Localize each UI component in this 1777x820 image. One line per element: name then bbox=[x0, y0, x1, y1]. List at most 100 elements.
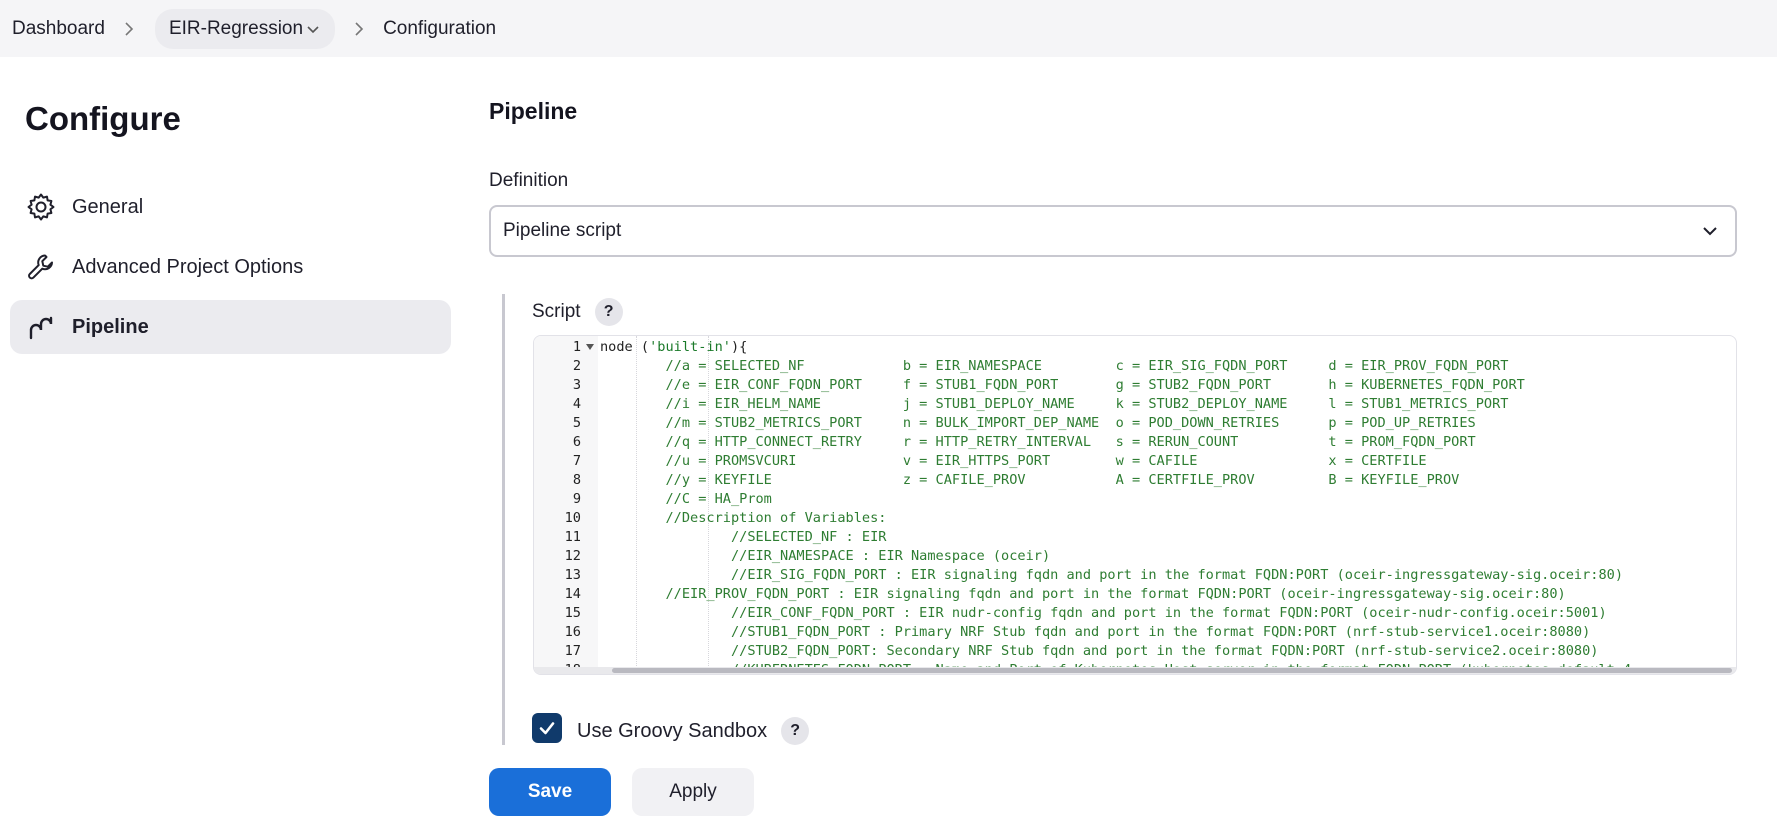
code-line[interactable]: 12 //EIR_NAMESPACE : EIR Namespace (ocei… bbox=[534, 547, 1736, 566]
gear-icon bbox=[26, 192, 56, 222]
chevron-down-icon[interactable] bbox=[305, 21, 321, 37]
section-title: Pipeline bbox=[489, 98, 578, 124]
code-text: //i = EIR_HELM_NAME j = STUB1_DEPLOY_NAM… bbox=[600, 395, 1508, 414]
sidebar-item-label: Advanced Project Options bbox=[72, 255, 304, 278]
page-title: Configure bbox=[25, 100, 181, 137]
sidebar-item-general[interactable]: General bbox=[10, 180, 451, 234]
pipeline-icon bbox=[26, 312, 56, 342]
code-text: //y = KEYFILE z = CAFILE_PROV A = CERTFI… bbox=[600, 471, 1459, 490]
code-comment: //a = SELECTED_NF b = EIR_NAMESPACE c = … bbox=[600, 358, 1509, 374]
line-number: 2 bbox=[572, 358, 581, 374]
sidebar-item-label: Pipeline bbox=[72, 315, 149, 338]
line-number: 16 bbox=[564, 624, 581, 640]
code-text: //EIR_PROV_FQDN_PORT : EIR signaling fqd… bbox=[600, 585, 1566, 604]
script-editor[interactable]: 1 node ('built-in'){2 //a = SELECTED_NF b… bbox=[533, 335, 1737, 675]
code-comment: //EIR_PROV_FQDN_PORT : EIR signaling fqd… bbox=[600, 586, 1566, 602]
code-line[interactable]: 9 //C = HA_Prom bbox=[534, 490, 1736, 509]
groovy-sandbox-checkbox[interactable] bbox=[532, 713, 562, 743]
code-text: //C = HA_Prom bbox=[600, 490, 772, 509]
code-line[interactable]: 2 //a = SELECTED_NF b = EIR_NAMESPACE c … bbox=[534, 357, 1736, 376]
line-number: 8 bbox=[572, 472, 581, 488]
code-token: 'built-in' bbox=[649, 339, 731, 355]
code-text: //EIR_CONF_FQDN_PORT : EIR nudr-config f… bbox=[600, 604, 1607, 623]
chevron-right-icon bbox=[121, 21, 137, 37]
code-line[interactable]: 11 //SELECTED_NF : EIR bbox=[534, 528, 1736, 547]
code-text: //e = EIR_CONF_FQDN_PORT f = STUB1_FQDN_… bbox=[600, 376, 1525, 395]
code-comment: //q = HTTP_CONNECT_RETRY r = HTTP_RETRY_… bbox=[600, 434, 1476, 450]
code-comment: //EIR_CONF_FQDN_PORT : EIR nudr-config f… bbox=[600, 605, 1607, 621]
groovy-sandbox-label: Use Groovy Sandbox ? bbox=[577, 717, 810, 745]
code-text: //EIR_NAMESPACE : EIR Namespace (oceir) bbox=[600, 547, 1050, 566]
line-number: 11 bbox=[564, 529, 581, 545]
line-number: 10 bbox=[564, 510, 581, 526]
definition-select-value: Pipeline script bbox=[503, 220, 622, 241]
horizontal-scrollbar[interactable] bbox=[534, 667, 1736, 674]
line-number: 1 bbox=[572, 339, 581, 355]
code-text: //Description of Variables: bbox=[600, 509, 886, 528]
code-comment: //STUB2_FQDN_PORT: Secondary NRF Stub fq… bbox=[600, 643, 1599, 659]
breadcrumb-job[interactable]: EIR-Regression bbox=[154, 8, 336, 49]
line-number: 15 bbox=[564, 605, 581, 621]
code-comment: //e = EIR_CONF_FQDN_PORT f = STUB1_FQDN_… bbox=[600, 377, 1525, 393]
line-number: 3 bbox=[572, 377, 581, 393]
breadcrumb-configuration[interactable]: Configuration bbox=[383, 18, 496, 40]
help-icon[interactable]: ? bbox=[781, 717, 810, 745]
code-comment: //EIR_SIG_FQDN_PORT : EIR signaling fqdn… bbox=[600, 567, 1624, 583]
section-divider bbox=[502, 294, 505, 748]
line-number: 17 bbox=[564, 643, 581, 659]
code-comment: //STUB1_FQDN_PORT : Primary NRF Stub fqd… bbox=[600, 624, 1591, 640]
code-comment: //y = KEYFILE z = CAFILE_PROV A = CERTFI… bbox=[600, 472, 1460, 488]
breadcrumb: Dashboard EIR-Regression Configuration bbox=[0, 0, 1777, 57]
code-text: //STUB2_FQDN_PORT: Secondary NRF Stub fq… bbox=[600, 642, 1599, 661]
code-comment: //Description of Variables: bbox=[600, 510, 887, 526]
sidebar-item-label: General bbox=[72, 195, 144, 218]
breadcrumb-job-label: EIR-Regression bbox=[168, 17, 304, 39]
code-text: //q = HTTP_CONNECT_RETRY r = HTTP_RETRY_… bbox=[600, 433, 1476, 452]
line-number: 9 bbox=[572, 491, 581, 507]
line-number: 6 bbox=[572, 434, 581, 450]
breadcrumb-dashboard[interactable]: Dashboard bbox=[12, 18, 105, 40]
chevron-right-icon bbox=[351, 21, 367, 37]
code-line[interactable]: 8 //y = KEYFILE z = CAFILE_PROV A = CERT… bbox=[534, 471, 1736, 490]
code-line[interactable]: 1 node ('built-in'){ bbox=[534, 338, 1736, 357]
code-token: ){ bbox=[730, 339, 748, 355]
code-line[interactable]: 10 //Description of Variables: bbox=[534, 509, 1736, 528]
code-text: //STUB1_FQDN_PORT : Primary NRF Stub fqd… bbox=[600, 623, 1590, 642]
code-comment: //m = STUB2_METRICS_PORT n = BULK_IMPORT… bbox=[600, 415, 1476, 431]
code-line[interactable]: 6 //q = HTTP_CONNECT_RETRY r = HTTP_RETR… bbox=[534, 433, 1736, 452]
code-line[interactable]: 5 //m = STUB2_METRICS_PORT n = BULK_IMPO… bbox=[534, 414, 1736, 433]
code-comment: //EIR_NAMESPACE : EIR Namespace (oceir) bbox=[600, 548, 1051, 564]
code-text: //EIR_SIG_FQDN_PORT : EIR signaling fqdn… bbox=[600, 566, 1623, 585]
code-line[interactable]: 15 //EIR_CONF_FQDN_PORT : EIR nudr-confi… bbox=[534, 604, 1736, 623]
code-line[interactable]: 17 //STUB2_FQDN_PORT: Secondary NRF Stub… bbox=[534, 642, 1736, 661]
fold-arrow-icon[interactable] bbox=[586, 344, 594, 350]
code-line[interactable]: 16 //STUB1_FQDN_PORT : Primary NRF Stub … bbox=[534, 623, 1736, 642]
code-text: //SELECTED_NF : EIR bbox=[600, 528, 887, 547]
definition-select[interactable]: Pipeline script bbox=[489, 205, 1737, 257]
code-line[interactable]: 4 //i = EIR_HELM_NAME j = STUB1_DEPLOY_N… bbox=[534, 395, 1736, 414]
definition-label: Definition bbox=[489, 170, 569, 191]
line-number: 4 bbox=[572, 396, 581, 412]
code-line[interactable]: 14 //EIR_PROV_FQDN_PORT : EIR signaling … bbox=[534, 585, 1736, 604]
script-label: Script ? bbox=[532, 298, 623, 326]
save-button[interactable]: Save bbox=[489, 768, 611, 816]
code-line[interactable]: 7 //u = PROMSVCURI v = EIR_HTTPS_PORT w … bbox=[534, 452, 1736, 471]
scrollbar-thumb[interactable] bbox=[612, 668, 1732, 673]
code-comment: //C = HA_Prom bbox=[600, 491, 772, 507]
chevron-down-icon bbox=[1701, 222, 1719, 240]
apply-button[interactable]: Apply bbox=[632, 768, 754, 816]
code-text: //u = PROMSVCURI v = EIR_HTTPS_PORT w = … bbox=[600, 452, 1426, 471]
line-number: 5 bbox=[572, 415, 581, 431]
script-label-text: Script bbox=[532, 301, 581, 322]
sidebar-item-advanced-project-options[interactable]: Advanced Project Options bbox=[10, 240, 451, 294]
help-icon[interactable]: ? bbox=[594, 298, 623, 326]
line-number: 14 bbox=[564, 586, 581, 602]
wrench-icon bbox=[26, 252, 56, 282]
sidebar-item-pipeline[interactable]: Pipeline bbox=[10, 300, 451, 354]
groovy-sandbox-label-text: Use Groovy Sandbox bbox=[577, 719, 768, 742]
code-line[interactable]: 13 //EIR_SIG_FQDN_PORT : EIR signaling f… bbox=[534, 566, 1736, 585]
line-number: 12 bbox=[564, 548, 581, 564]
code-text: //m = STUB2_METRICS_PORT n = BULK_IMPORT… bbox=[600, 414, 1476, 433]
line-number: 13 bbox=[564, 567, 581, 583]
code-line[interactable]: 3 //e = EIR_CONF_FQDN_PORT f = STUB1_FQD… bbox=[534, 376, 1736, 395]
